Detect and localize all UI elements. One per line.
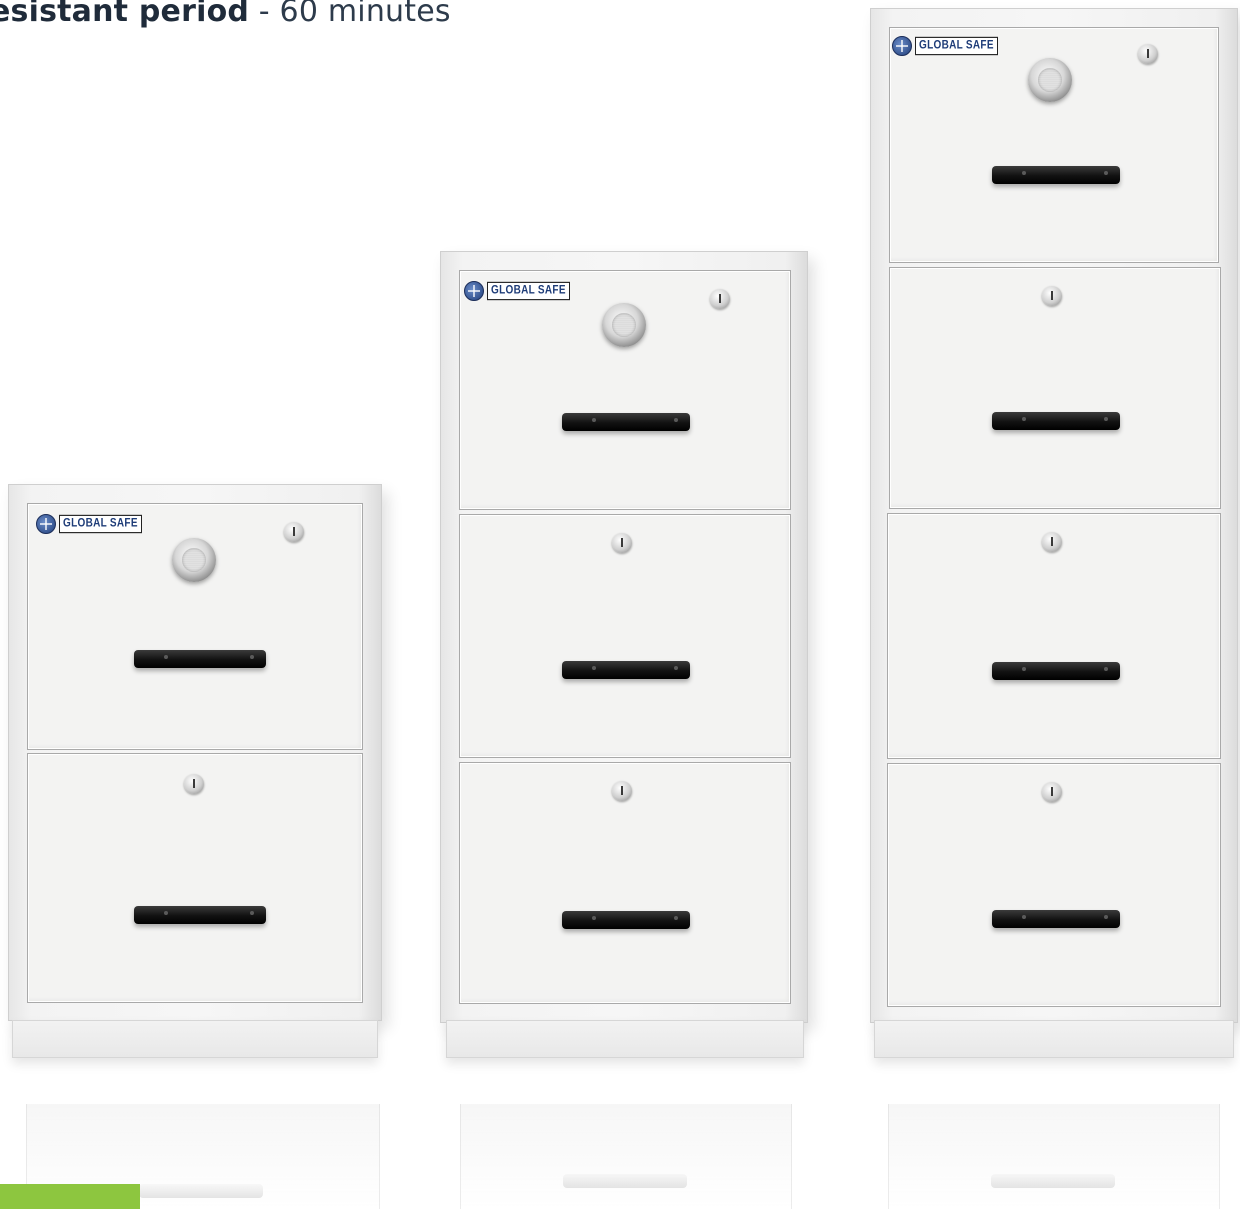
key-lock-icon[interactable]	[1042, 532, 1062, 552]
drawer-middle	[459, 514, 791, 758]
reflection-handle	[563, 1174, 687, 1188]
drawer-handle-icon[interactable]	[134, 650, 266, 668]
brand-logo: GLOBAL SAFE	[36, 514, 142, 534]
drawer-bottom	[459, 762, 791, 1004]
drawer-1: GLOBAL SAFE	[889, 27, 1219, 263]
cabinet-base	[446, 1020, 804, 1058]
brand-logo: GLOBAL SAFE	[892, 36, 998, 56]
key-lock-icon[interactable]	[612, 781, 632, 801]
headline: esistant period - 60 minutes	[0, 0, 451, 29]
drawer-2	[889, 267, 1221, 509]
cabinet-two-drawer: GLOBAL SAFE	[8, 484, 382, 1021]
drawer-bottom	[27, 753, 363, 1003]
combination-dial-icon[interactable]	[172, 538, 216, 582]
cabinet-reflection	[888, 1104, 1220, 1209]
globe-logo-icon	[464, 281, 484, 301]
key-lock-icon[interactable]	[612, 533, 632, 553]
key-lock-icon[interactable]	[1042, 286, 1062, 306]
brand-label: GLOBAL SAFE	[59, 514, 142, 534]
globe-logo-icon	[36, 514, 56, 534]
cabinet-base	[12, 1020, 378, 1058]
key-lock-icon[interactable]	[710, 289, 730, 309]
drawer-handle-icon[interactable]	[562, 661, 690, 679]
drawer-4	[887, 763, 1221, 1007]
drawer-handle-icon[interactable]	[992, 910, 1120, 928]
reflection-handle	[991, 1174, 1115, 1188]
drawer-handle-icon[interactable]	[992, 166, 1120, 184]
drawer-top: GLOBAL SAFE	[27, 503, 363, 750]
brand-logo: GLOBAL SAFE	[464, 281, 570, 301]
drawer-handle-icon[interactable]	[992, 412, 1120, 430]
drawer-handle-icon[interactable]	[562, 413, 690, 431]
key-lock-icon[interactable]	[284, 522, 304, 542]
key-lock-icon[interactable]	[1042, 782, 1062, 802]
drawer-handle-icon[interactable]	[992, 662, 1120, 680]
cabinet-base	[874, 1020, 1234, 1058]
key-lock-icon[interactable]	[1138, 44, 1158, 64]
combination-dial-icon[interactable]	[1028, 58, 1072, 102]
drawer-handle-icon[interactable]	[134, 906, 266, 924]
brand-label: GLOBAL SAFE	[915, 36, 998, 56]
cabinet-four-drawer: GLOBAL SAFE	[870, 8, 1238, 1023]
cabinet-reflection	[460, 1104, 792, 1209]
drawer-handle-icon[interactable]	[562, 911, 690, 929]
globe-logo-icon	[892, 36, 912, 56]
combination-dial-icon[interactable]	[602, 303, 646, 347]
drawer-3	[887, 513, 1221, 759]
reflection-handle	[139, 1184, 263, 1198]
cabinet-three-drawer: GLOBAL SAFE	[440, 251, 808, 1023]
brand-label: GLOBAL SAFE	[487, 281, 570, 301]
headline-rest: - 60 minutes	[249, 0, 451, 29]
headline-bold: esistant period	[0, 0, 250, 29]
key-lock-icon[interactable]	[184, 774, 204, 794]
accent-bar	[0, 1184, 140, 1209]
drawer-top: GLOBAL SAFE	[459, 270, 791, 510]
